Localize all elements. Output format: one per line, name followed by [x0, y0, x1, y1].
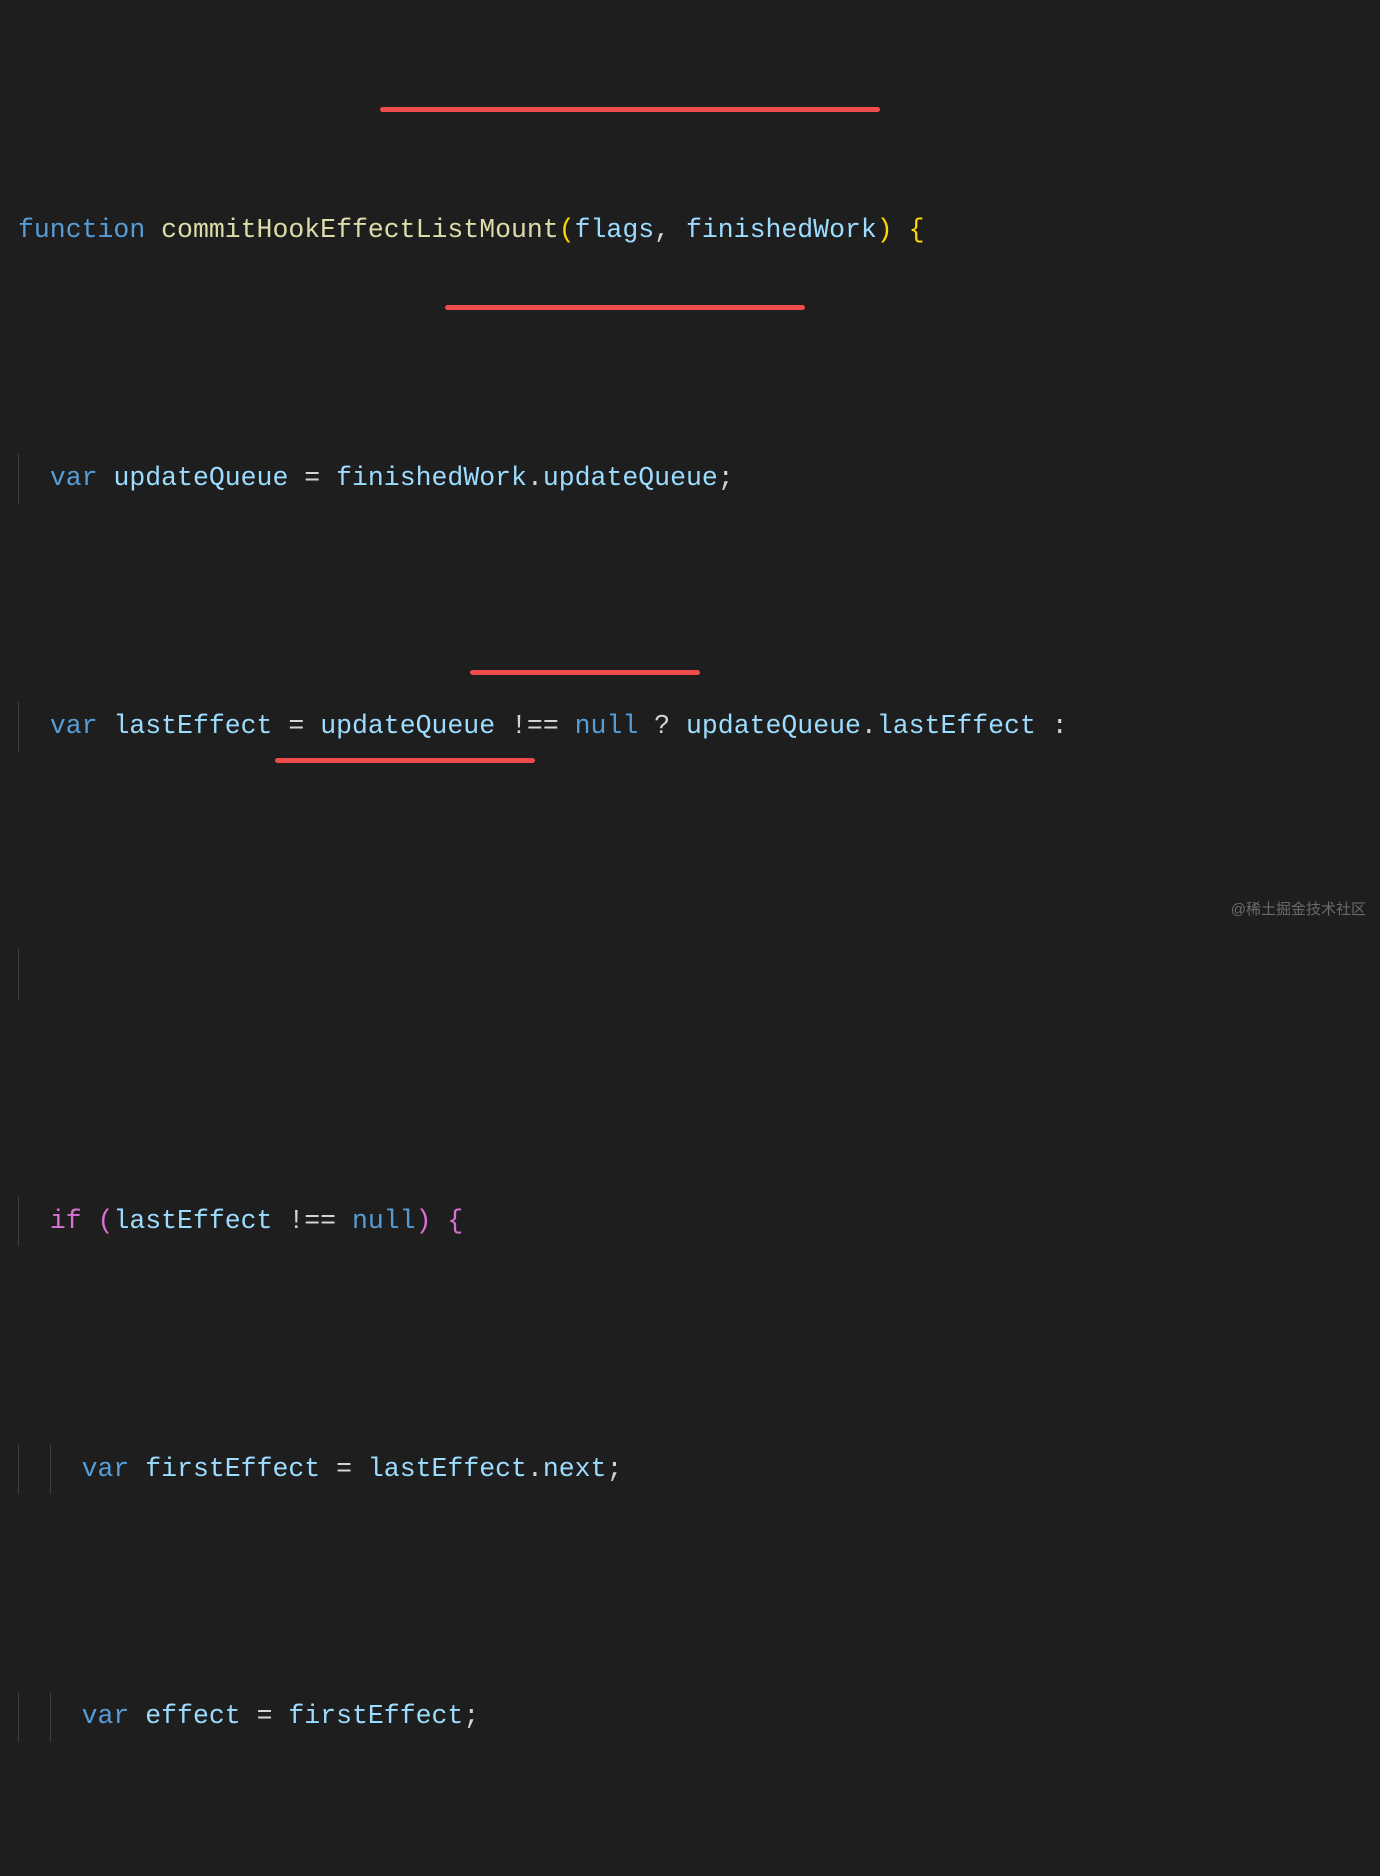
code-line-blank	[18, 949, 1380, 999]
var-effect: effect	[145, 1701, 240, 1731]
var-lastEffect: lastEffect	[113, 711, 272, 741]
annotation-underline	[445, 305, 805, 310]
watermark: @稀土掘金技术社区	[1231, 896, 1366, 924]
param-finishedWork: finishedWork	[686, 215, 877, 245]
code-line: function commitHookEffectListMount(flags…	[18, 206, 1380, 256]
annotation-underline	[470, 670, 700, 675]
code-line: if (lastEffect !== null) {	[18, 1197, 1380, 1247]
fn-name: commitHookEffectListMount	[161, 215, 559, 245]
code-line: var lastEffect = updateQueue !== null ? …	[18, 702, 1380, 752]
keyword-function: function	[18, 215, 145, 245]
annotation-underline	[380, 107, 880, 112]
var-updateQueue: updateQueue	[113, 463, 288, 493]
var-firstEffect: firstEffect	[145, 1454, 320, 1484]
code-editor[interactable]: function commitHookEffectListMount(flags…	[0, 0, 1380, 938]
code-line: var firstEffect = lastEffect.next;	[18, 1445, 1380, 1495]
annotation-underline	[275, 758, 535, 763]
code-line: var effect = firstEffect;	[18, 1692, 1380, 1742]
param-flags: flags	[575, 215, 655, 245]
code-line: var updateQueue = finishedWork.updateQue…	[18, 454, 1380, 504]
